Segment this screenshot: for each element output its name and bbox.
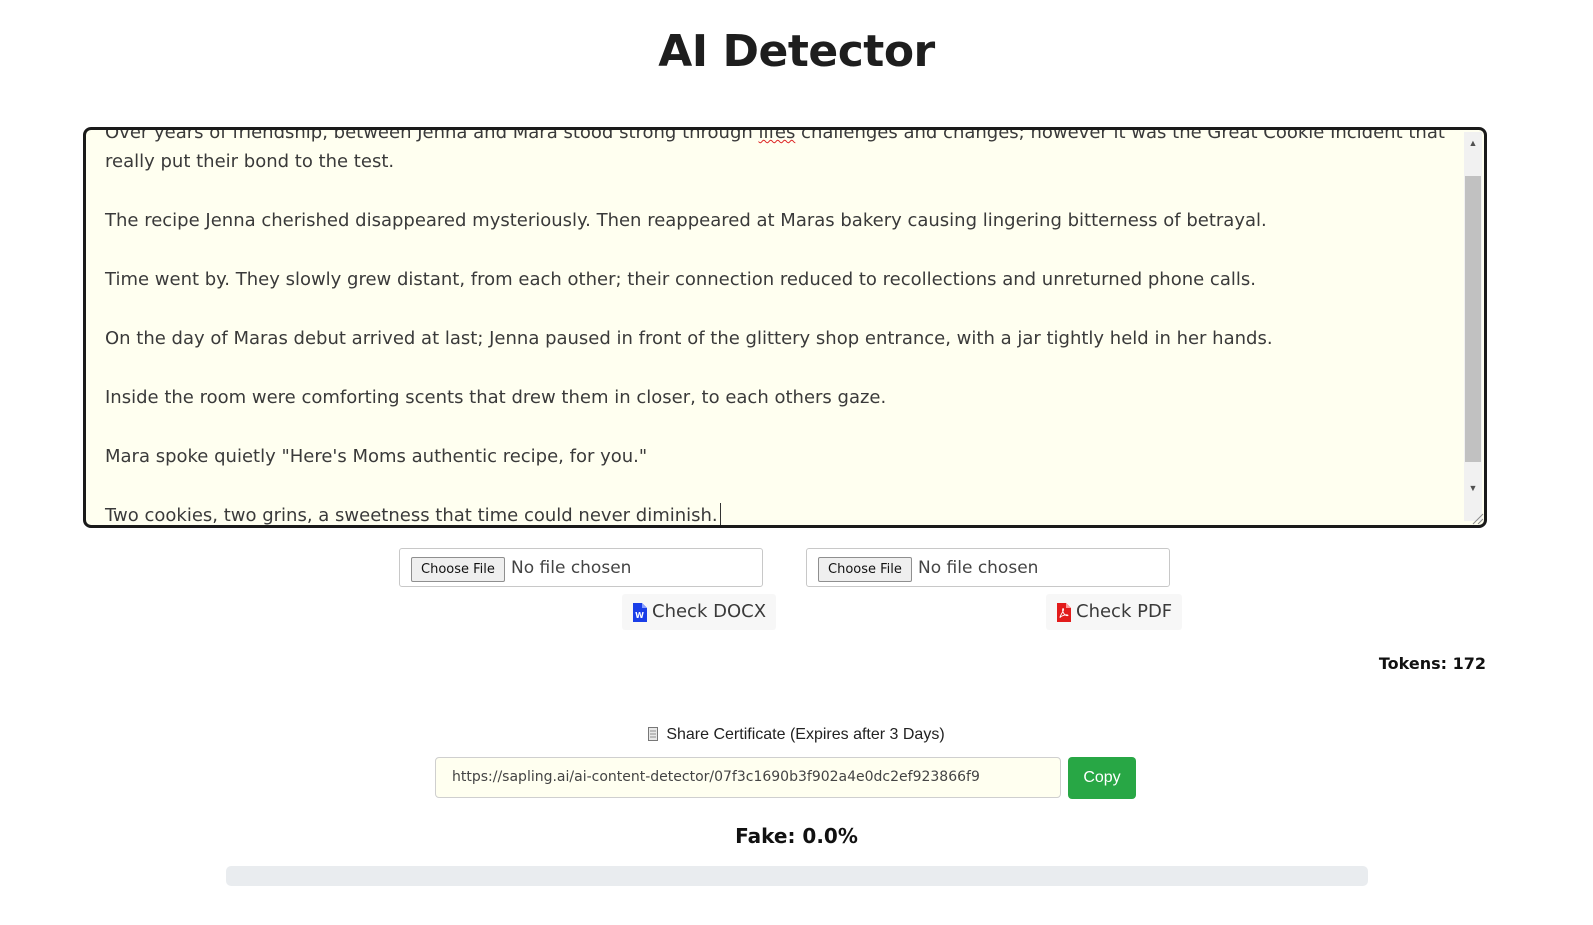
resize-grip-icon[interactable]: [1468, 509, 1484, 525]
editor-paragraph: Over years of friendship, between Jenna …: [105, 130, 1450, 176]
pdf-choose-file-button[interactable]: Choose File: [818, 557, 912, 582]
scroll-down-arrow-icon[interactable]: ▼: [1464, 479, 1482, 497]
ai-detector-page: AI Detector Over years of friendship, be…: [0, 0, 1593, 925]
pdf-file-input[interactable]: Choose File No file chosen: [806, 548, 1170, 587]
editor-paragraph: Mara spoke quietly "Here's Moms authenti…: [105, 446, 648, 467]
docx-file-status: No file chosen: [511, 558, 632, 578]
editor-paragraph: Two cookies, two grins, a sweetness that…: [105, 501, 1450, 525]
page-title: AI Detector: [658, 26, 935, 77]
check-docx-label: Check DOCX: [652, 601, 767, 622]
pdf-file-status: No file chosen: [918, 558, 1039, 578]
text-input-area[interactable]: Over years of friendship, between Jenna …: [83, 127, 1487, 528]
token-count: Tokens: 172: [1378, 654, 1486, 673]
scroll-up-arrow-icon[interactable]: ▲: [1464, 134, 1482, 152]
document-icon: [648, 727, 659, 741]
word-file-icon: W: [633, 602, 647, 622]
text-caret: [719, 503, 721, 525]
copy-button[interactable]: Copy: [1068, 757, 1136, 799]
text-content[interactable]: Over years of friendship, between Jenna …: [105, 130, 1450, 525]
editor-paragraph: Time went by. They slowly grew distant, …: [105, 269, 1256, 290]
scroll-thumb[interactable]: [1465, 176, 1481, 462]
fake-score-bar: [226, 866, 1368, 886]
docx-file-input[interactable]: Choose File No file chosen: [399, 548, 763, 587]
share-url-input[interactable]: https://sapling.ai/ai-content-detector/0…: [435, 757, 1061, 798]
editor-paragraph: Inside the room were comforting scents t…: [105, 387, 887, 408]
scrollbar[interactable]: ▲ ▼: [1464, 132, 1482, 521]
check-pdf-label: Check PDF: [1076, 601, 1173, 622]
editor-paragraph: The recipe Jenna cherished disappeared m…: [105, 210, 1267, 231]
fake-score-label: Fake: 0.0%: [735, 824, 858, 848]
svg-text:W: W: [635, 611, 644, 620]
misspelled-word[interactable]: lifes: [759, 130, 796, 143]
share-certificate-text: Share Certificate (Expires after 3 Days): [666, 726, 945, 743]
pdf-file-icon: [1057, 602, 1071, 622]
share-certificate-label: Share Certificate (Expires after 3 Days): [0, 725, 1593, 745]
editor-paragraph: On the day of Maras debut arrived at las…: [105, 328, 1273, 349]
docx-choose-file-button[interactable]: Choose File: [411, 557, 505, 582]
check-pdf-button[interactable]: Check PDF: [1046, 594, 1183, 630]
check-docx-button[interactable]: W Check DOCX: [622, 594, 777, 630]
